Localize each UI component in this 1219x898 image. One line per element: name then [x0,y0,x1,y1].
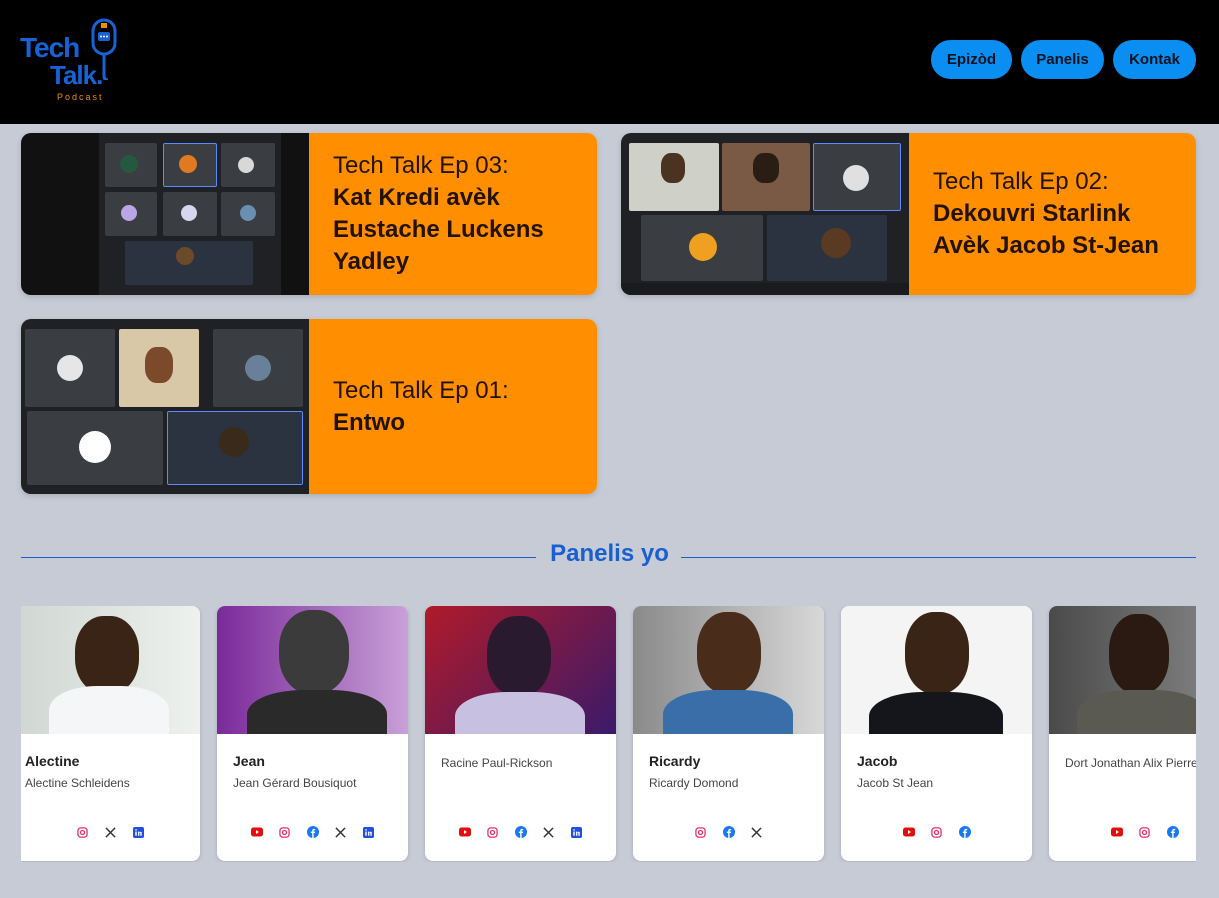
linkedin-icon[interactable] [363,826,375,838]
x-icon[interactable] [335,826,347,838]
social-links [633,826,824,838]
x-icon[interactable] [751,826,763,838]
panelist-photo [1049,606,1196,734]
panelists-carousel[interactable]: Alectine Alectine Schleidens Jean Jean G… [21,606,1196,862]
facebook-icon[interactable] [514,826,527,838]
social-links [21,826,200,838]
x-icon[interactable] [105,826,117,838]
episode-card-1[interactable]: Tech Talk Ep 01: Entwo [21,319,597,494]
panelist-card: Dort Jonathan Alix Pierre [1049,606,1196,861]
episode-card-3[interactable]: Tech Talk Ep 03: Kat Kredi avèk Eustache… [21,133,597,295]
social-links [425,826,616,838]
nav-panelists-button[interactable]: Panelis [1021,40,1104,79]
social-links [217,826,408,838]
episode-title: Entwo [333,408,405,436]
episode-info: Tech Talk Ep 02: Dekouvri Starlink Avèk … [909,133,1196,295]
panelist-name: Jacob [857,753,898,769]
instagram-icon[interactable] [279,826,291,838]
nav-episodes-button[interactable]: Epizòd [931,40,1012,79]
panelist-photo [425,606,616,734]
youtube-icon[interactable] [1110,826,1123,838]
panelist-photo [841,606,1032,734]
panelist-name: Alectine [25,753,80,769]
instagram-icon[interactable] [695,826,707,838]
youtube-icon[interactable] [902,826,915,838]
instagram-icon[interactable] [931,826,943,838]
linkedin-icon[interactable] [133,826,145,838]
episode-title: Kat Kredi avèk Eustache Luckens Yadley [333,184,544,275]
episode-card-2[interactable]: Tech Talk Ep 02: Dekouvri Starlink Avèk … [621,133,1196,295]
panelist-full-name: Racine Paul-Rickson [441,756,553,770]
youtube-icon[interactable] [250,826,263,838]
panelists-heading: Panelis yo [550,540,669,567]
panelist-full-name: Jean Gérard Bousiquot [233,776,357,790]
panelist-full-name: Ricardy Domond [649,776,739,790]
panelist-name: Jean [233,753,265,769]
panelist-card: Ricardy Ricardy Domond [633,606,824,861]
panelist-card: Jacob Jacob St Jean [841,606,1032,861]
microphone-icon [91,18,117,80]
episode-number: Tech Talk Ep 01: [333,376,509,404]
instagram-icon[interactable] [77,826,89,838]
social-links [841,826,1032,838]
episode-number: Tech Talk Ep 02: [933,168,1109,195]
facebook-icon[interactable] [306,826,319,838]
episode-info: Tech Talk Ep 01: Entwo [309,319,597,494]
panelist-card: Racine Paul-Rickson [425,606,616,861]
instagram-icon[interactable] [1139,826,1151,838]
episode-thumbnail [621,133,909,295]
panelist-name: Ricardy [649,753,701,769]
episode-info: Tech Talk Ep 03: Kat Kredi avèk Eustache… [309,133,597,295]
main-nav: Epizòd Panelis Kontak [931,40,1196,79]
social-links [1049,826,1196,838]
logo-tagline: Podcast [57,92,104,102]
episode-title: Dekouvri Starlink Avèk Jacob St-Jean [933,200,1159,259]
panelist-full-name: Jacob St Jean [857,776,934,790]
panelist-full-name: Dort Jonathan Alix Pierre [1065,756,1196,770]
panelist-card: Alectine Alectine Schleidens [21,606,200,861]
panelist-photo [21,606,200,734]
episode-thumbnail [21,133,309,295]
tech-talk-logo[interactable]: Tech Talk. Podcast [20,18,120,102]
panelist-card: Jean Jean Gérard Bousiquot [217,606,408,861]
facebook-icon[interactable] [1166,826,1179,838]
linkedin-icon[interactable] [571,826,583,838]
episode-number: Tech Talk Ep 03: [333,152,509,179]
site-header: Tech Talk. Podcast Epizòd Panelis Kontak [0,0,1219,124]
x-icon[interactable] [543,826,555,838]
panelist-photo [633,606,824,734]
nav-contact-button[interactable]: Kontak [1113,40,1196,79]
episode-thumbnail [21,319,309,494]
panelist-photo [217,606,408,734]
facebook-icon[interactable] [958,826,971,838]
youtube-icon[interactable] [458,826,471,838]
instagram-icon[interactable] [487,826,499,838]
panelist-full-name: Alectine Schleidens [25,776,130,790]
facebook-icon[interactable] [722,826,735,838]
